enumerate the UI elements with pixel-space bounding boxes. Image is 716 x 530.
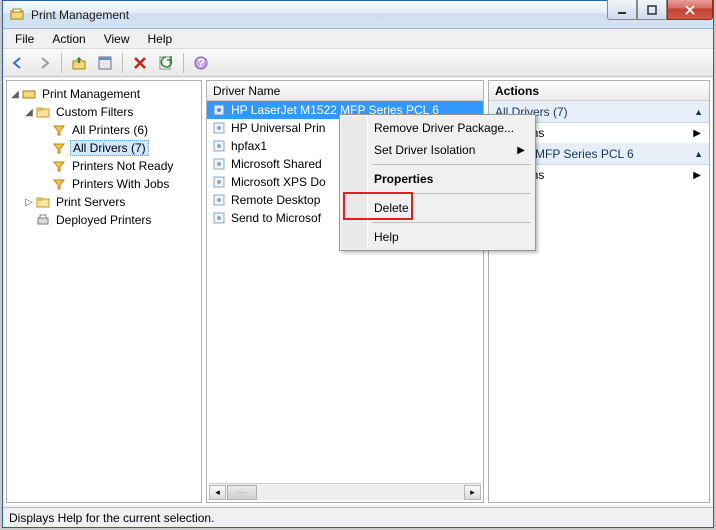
refresh-button[interactable] <box>155 52 177 74</box>
tree-all-printers[interactable]: All Printers (6) <box>9 121 199 139</box>
driver-icon <box>211 102 227 118</box>
actions-header: Actions <box>489 81 709 101</box>
forward-button[interactable] <box>33 52 55 74</box>
driver-icon <box>211 210 227 226</box>
context-separator <box>372 222 531 223</box>
app-icon <box>9 7 25 23</box>
horizontal-scrollbar[interactable]: ◂ ∙∙∙ ▸ <box>209 483 481 500</box>
svg-text:?: ? <box>197 56 204 70</box>
ctx-label: Delete <box>374 201 409 215</box>
tree-all-drivers[interactable]: All Drivers (7) <box>9 139 199 157</box>
tree-label: Custom Filters <box>54 105 135 119</box>
filter-icon <box>51 176 67 192</box>
toolbar-separator <box>122 53 123 73</box>
toolbar-separator <box>183 53 184 73</box>
tree-label: Printers Not Ready <box>70 159 175 173</box>
menu-action[interactable]: Action <box>44 30 93 48</box>
ctx-remove-driver-package[interactable]: Remove Driver Package... <box>342 117 533 139</box>
scroll-left-button[interactable]: ◂ <box>209 485 226 500</box>
ctx-properties[interactable]: Properties <box>342 168 533 190</box>
tree-custom-filters[interactable]: ◢ Custom Filters <box>9 103 199 121</box>
minimize-button[interactable] <box>607 0 637 20</box>
window-controls <box>607 0 713 20</box>
collapse-icon[interactable]: ▲ <box>694 149 703 159</box>
toolbar: ? <box>3 49 713 77</box>
tree-printers-with-jobs[interactable]: Printers With Jobs <box>9 175 199 193</box>
statusbar: Displays Help for the current selection. <box>3 507 713 527</box>
filter-icon <box>51 122 67 138</box>
collapse-icon[interactable]: ◢ <box>9 89 21 100</box>
ctx-help[interactable]: Help <box>342 226 533 248</box>
submenu-arrow-icon: ▶ <box>693 170 701 181</box>
ctx-label: Properties <box>374 172 433 186</box>
list-cell: Send to Microsof <box>231 211 321 225</box>
driver-icon <box>211 138 227 154</box>
tree-print-servers[interactable]: ▷ Print Servers <box>9 193 199 211</box>
scroll-right-button[interactable]: ▸ <box>464 485 481 500</box>
tree-label: All Drivers (7) <box>70 140 149 156</box>
scroll-thumb[interactable]: ∙∙∙ <box>227 485 257 500</box>
list-cell: Microsoft Shared <box>231 157 322 171</box>
list-header[interactable]: Driver Name <box>207 81 483 101</box>
expand-icon[interactable]: ▷ <box>23 197 35 208</box>
properties-button[interactable] <box>94 52 116 74</box>
maximize-button[interactable] <box>637 0 667 20</box>
tree-label: Deployed Printers <box>54 213 153 227</box>
tree-label: Print Servers <box>54 195 127 209</box>
driver-icon <box>211 174 227 190</box>
collapse-icon[interactable]: ◢ <box>23 107 35 118</box>
submenu-arrow-icon: ▶ <box>693 128 701 139</box>
window-title: Print Management <box>31 8 129 22</box>
list-cell: Microsoft XPS Do <box>231 175 326 189</box>
delete-button[interactable] <box>129 52 151 74</box>
folder-icon <box>35 194 51 210</box>
list-cell: Remote Desktop <box>231 193 320 207</box>
ctx-label: Remove Driver Package... <box>374 121 514 135</box>
ctx-set-driver-isolation[interactable]: Set Driver Isolation ▶ <box>342 139 533 161</box>
status-text: Displays Help for the current selection. <box>9 511 214 525</box>
menu-file[interactable]: File <box>7 30 42 48</box>
driver-icon <box>211 192 227 208</box>
submenu-arrow-icon: ▶ <box>517 145 525 156</box>
help-button[interactable]: ? <box>190 52 212 74</box>
printmgmt-icon <box>21 86 37 102</box>
filter-icon <box>51 140 67 156</box>
menu-view[interactable]: View <box>96 30 138 48</box>
window-frame: Print Management File Action View Help ? <box>2 0 714 528</box>
menu-help[interactable]: Help <box>140 30 181 48</box>
tree-pane: ◢ Print Management ◢ Custom Filters All … <box>6 80 202 503</box>
ctx-label: Help <box>374 230 399 244</box>
tree: ◢ Print Management ◢ Custom Filters All … <box>7 81 201 233</box>
back-button[interactable] <box>7 52 29 74</box>
context-separator <box>372 193 531 194</box>
list-cell: HP Universal Prin <box>231 121 325 135</box>
menubar: File Action View Help <box>3 29 713 49</box>
filter-icon <box>51 158 67 174</box>
collapse-icon[interactable]: ▲ <box>694 107 703 117</box>
list-cell: hpfax1 <box>231 139 267 153</box>
tree-label: All Printers (6) <box>70 123 150 137</box>
toolbar-separator <box>61 53 62 73</box>
folder-icon <box>35 104 51 120</box>
context-separator <box>372 164 531 165</box>
driver-icon <box>211 120 227 136</box>
titlebar: Print Management <box>3 1 713 29</box>
tree-root[interactable]: ◢ Print Management <box>9 85 199 103</box>
close-button[interactable] <box>667 0 713 20</box>
tree-label: Printers With Jobs <box>70 177 171 191</box>
tree-label: Print Management <box>40 87 142 101</box>
column-header-driver-name[interactable]: Driver Name <box>213 84 280 98</box>
tree-printers-not-ready[interactable]: Printers Not Ready <box>9 157 199 175</box>
up-button[interactable] <box>68 52 90 74</box>
printer-icon <box>35 212 51 228</box>
tree-deployed-printers[interactable]: Deployed Printers <box>9 211 199 229</box>
ctx-label: Set Driver Isolation <box>374 143 475 157</box>
driver-icon <box>211 156 227 172</box>
ctx-delete[interactable]: Delete <box>342 197 533 219</box>
context-menu: Remove Driver Package... Set Driver Isol… <box>339 114 536 251</box>
